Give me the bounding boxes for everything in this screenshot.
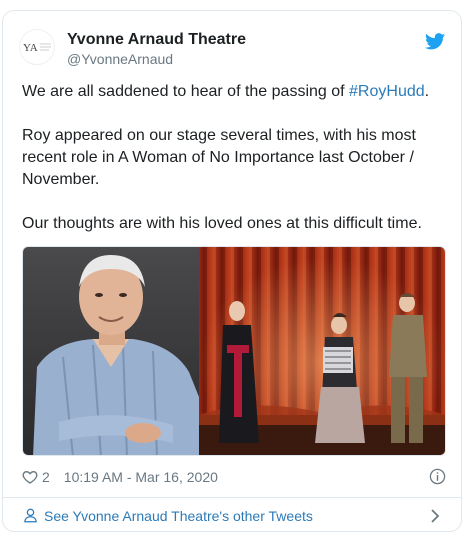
stage-photo (199, 247, 445, 455)
other-tweets-label: See Yvonne Arnaud Theatre's other Tweets (44, 507, 313, 524)
avatar[interactable]: YA (19, 29, 55, 65)
tweet-photo[interactable] (22, 246, 446, 456)
tweet-text-before-hashtag: We are all saddened to hear of the passi… (22, 83, 350, 100)
tweet-meta: 2 10:19 AM - Mar 16, 2020 (22, 467, 446, 487)
logo-letters: YA (23, 42, 38, 54)
info-icon[interactable] (429, 468, 446, 485)
theatre-logo-icon: YA (23, 42, 51, 54)
tweet-header: YA Yvonne Arnaud Theatre @YvonneArnaud (3, 11, 461, 75)
hashtag-link[interactable]: #RoyHudd (349, 83, 425, 100)
tweet-text: We are all saddened to hear of the passi… (22, 81, 442, 235)
tweet-paragraph-1: We are all saddened to hear of the passi… (22, 81, 442, 103)
author-name[interactable]: Yvonne Arnaud Theatre (67, 31, 246, 49)
embedded-tweet-card: YA Yvonne Arnaud Theatre @YvonneArnaud W… (2, 10, 462, 532)
like-count[interactable]: 2 (42, 469, 50, 485)
tweet-text-after-hashtag: . (424, 83, 430, 100)
tweet-paragraph-3: Our thoughts are with his loved ones at … (22, 215, 422, 232)
other-tweets-link[interactable]: See Yvonne Arnaud Theatre's other Tweets (3, 498, 461, 531)
heart-icon[interactable] (22, 469, 38, 485)
author-handle[interactable]: @YvonneArnaud (67, 51, 173, 67)
tweet-paragraph-2: Roy appeared on our stage several times,… (22, 127, 416, 188)
twitter-bird-icon[interactable] (425, 33, 445, 50)
user-icon (24, 508, 37, 523)
tweet-timestamp[interactable]: 10:19 AM - Mar 16, 2020 (64, 469, 218, 485)
portrait-photo (23, 247, 199, 455)
chevron-right-icon (431, 509, 440, 523)
